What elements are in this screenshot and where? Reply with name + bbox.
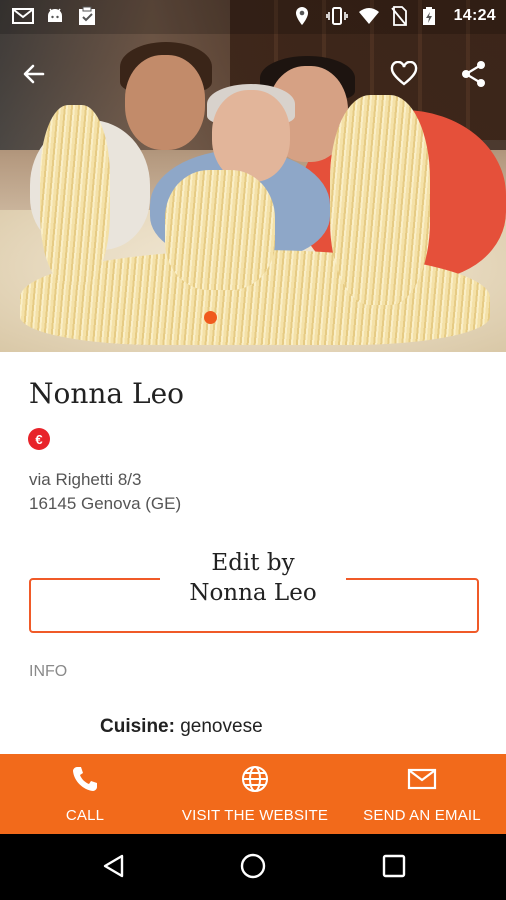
- mail-icon: [407, 764, 437, 799]
- send-email-label: SEND AN EMAIL: [363, 807, 481, 824]
- nav-recents-button[interactable]: [374, 848, 414, 888]
- cuisine-info: Cuisine: genovese: [100, 716, 263, 738]
- square-recents-icon: [381, 853, 407, 884]
- edit-by-line2: Nonna Leo: [189, 580, 317, 606]
- android-icon: [44, 6, 66, 26]
- photo-person-left-face: [125, 55, 205, 150]
- send-email-button[interactable]: SEND AN EMAIL: [352, 754, 492, 834]
- photo-person-center-face: [212, 90, 290, 182]
- wifi-icon: [358, 6, 380, 26]
- globe-icon: [240, 764, 270, 799]
- vibrate-icon: [325, 6, 348, 26]
- status-time: 14:24: [453, 7, 496, 24]
- address-city: 16145 Genova (GE): [29, 494, 182, 513]
- cuisine-label: Cuisine:: [100, 716, 175, 737]
- hero-photo[interactable]: [0, 0, 506, 352]
- battery-charging-icon: [422, 6, 444, 26]
- action-bar: CALL VISIT THE WEBSITE SEND AN EMAIL: [0, 754, 506, 834]
- phone-icon: [70, 764, 100, 799]
- back-button[interactable]: [16, 58, 52, 94]
- clipboard-icon: [76, 6, 98, 26]
- nav-home-button[interactable]: [233, 848, 273, 888]
- heart-outline-icon: [390, 60, 418, 92]
- navigation-bar: [0, 834, 506, 900]
- nav-back-button[interactable]: [94, 848, 134, 888]
- visit-website-label: VISIT THE WEBSITE: [181, 807, 329, 824]
- no-sim-icon: [390, 6, 412, 26]
- gmail-icon: [12, 6, 34, 26]
- status-bar: 14:24: [0, 0, 506, 34]
- call-label: CALL: [65, 807, 105, 824]
- edit-by-line1: Edit by: [211, 550, 295, 576]
- info-heading: INFO: [29, 663, 68, 680]
- circle-home-icon: [239, 852, 267, 885]
- price-badge: €: [28, 428, 50, 450]
- visit-website-button[interactable]: VISIT THE WEBSITE: [170, 754, 340, 834]
- arrow-left-icon: [21, 61, 47, 92]
- call-button[interactable]: CALL: [30, 754, 140, 834]
- restaurant-name: Nonna Leo: [29, 377, 185, 410]
- favorite-button[interactable]: [386, 58, 422, 94]
- triangle-back-icon: [101, 853, 127, 884]
- gallery-page-indicator[interactable]: [204, 311, 217, 324]
- address-street: via Righetti 8/3: [29, 470, 142, 489]
- edit-by-label: Edit by Nonna Leo: [160, 548, 346, 608]
- photo-pasta-strands-right: [330, 95, 430, 305]
- location-icon: [294, 6, 316, 26]
- cuisine-value: genovese: [180, 716, 263, 737]
- photo-pasta-strands-left: [40, 105, 110, 285]
- share-button[interactable]: [456, 58, 492, 94]
- share-icon: [460, 60, 488, 93]
- address: via Righetti 8/3 16145 Genova (GE): [29, 468, 181, 516]
- photo-pasta-strands-center: [165, 170, 275, 290]
